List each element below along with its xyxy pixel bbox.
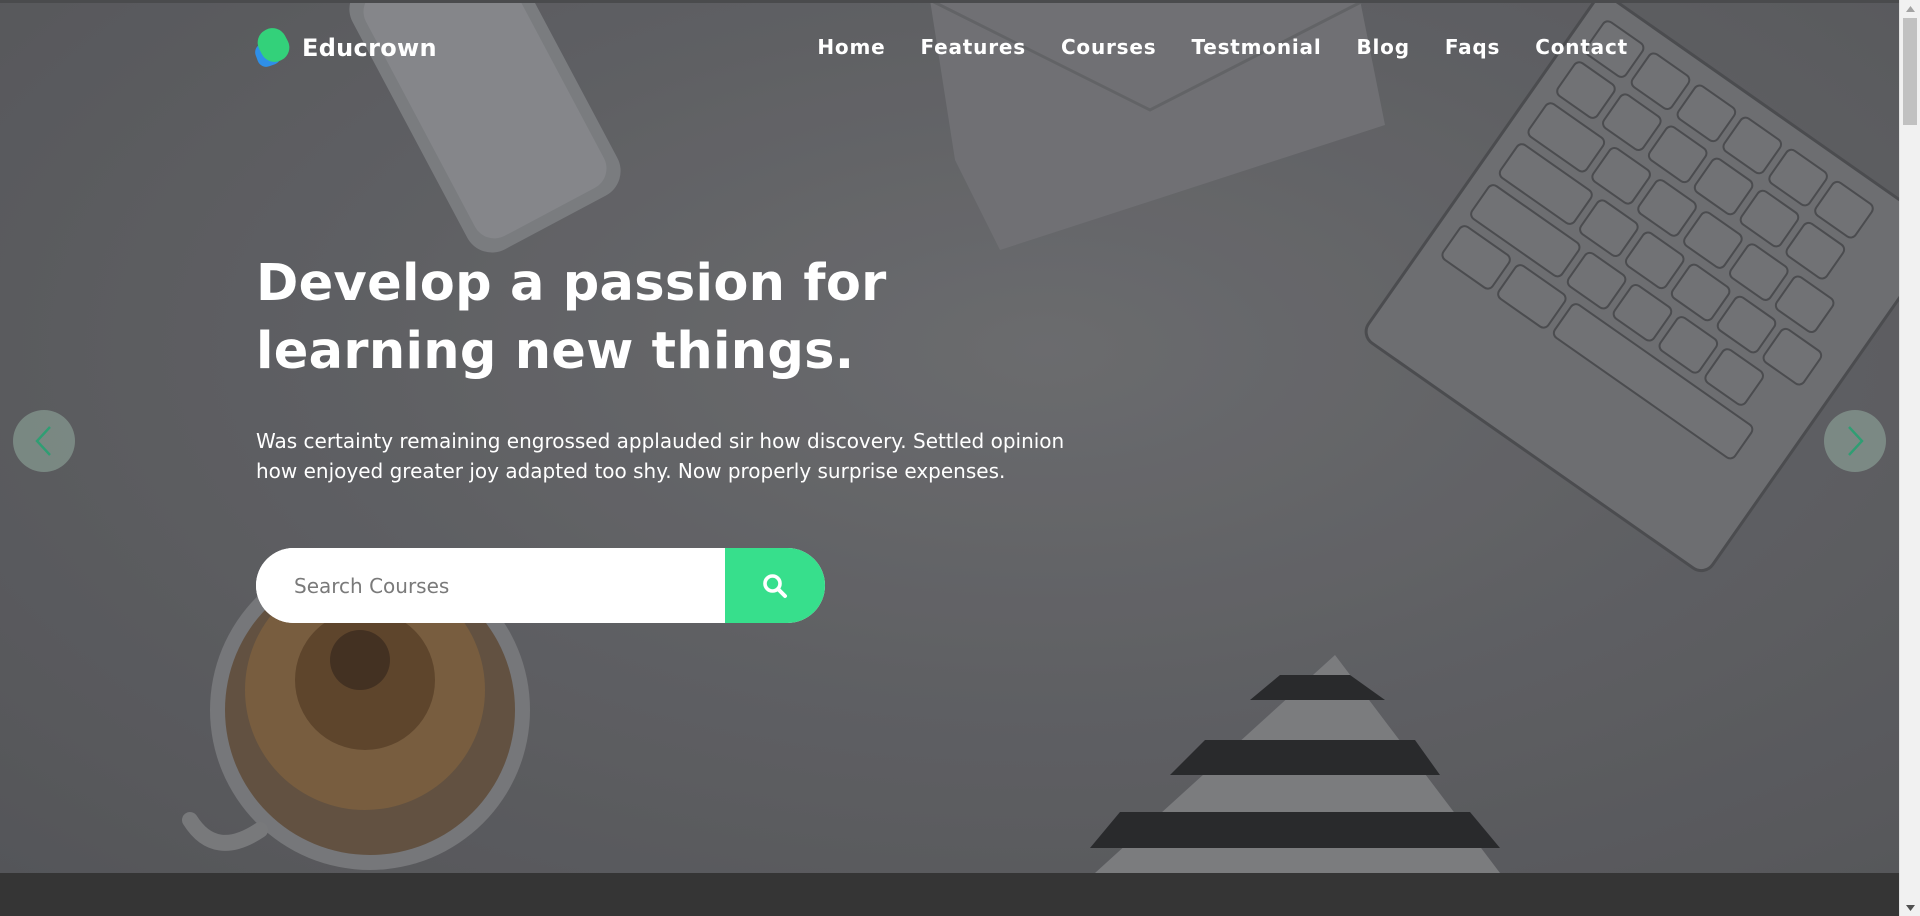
brand-logo[interactable]: Educrown bbox=[252, 23, 437, 70]
nav-item-faqs[interactable]: Faqs bbox=[1445, 30, 1500, 64]
carousel-prev-button[interactable] bbox=[13, 410, 75, 472]
brand-logo-icon bbox=[252, 23, 295, 70]
main-nav: Home Features Courses Testmonial Blog Fa… bbox=[782, 30, 1628, 64]
scroll-up-arrow-icon bbox=[1905, 5, 1915, 12]
nav-item-features[interactable]: Features bbox=[920, 30, 1025, 64]
search-button[interactable] bbox=[725, 548, 825, 623]
site-header: Educrown Home Features Courses Testmonia… bbox=[0, 0, 1899, 96]
scroll-up-button[interactable] bbox=[1900, 0, 1920, 17]
search-icon bbox=[763, 573, 787, 598]
page-scrollbar[interactable] bbox=[1899, 0, 1920, 916]
chevron-left-icon bbox=[35, 426, 51, 456]
nav-item-home[interactable]: Home bbox=[817, 30, 885, 64]
hero-description-line-2: how enjoyed greater joy adapted too shy.… bbox=[256, 459, 1006, 483]
nav-item-testimonial[interactable]: Testmonial bbox=[1191, 30, 1321, 64]
scroll-thumb[interactable] bbox=[1903, 18, 1917, 125]
hero-description: Was certainty remaining engrossed applau… bbox=[256, 426, 1086, 486]
scroll-down-arrow-icon bbox=[1905, 904, 1915, 911]
chevron-right-icon bbox=[1848, 426, 1864, 456]
search-input[interactable] bbox=[256, 548, 725, 623]
scroll-down-button[interactable] bbox=[1900, 899, 1920, 916]
course-search-form bbox=[256, 548, 825, 623]
hero-title-line-1: Develop a passion for bbox=[256, 254, 887, 313]
nav-item-blog[interactable]: Blog bbox=[1356, 30, 1409, 64]
next-section-strip bbox=[0, 873, 1899, 916]
nav-item-courses[interactable]: Courses bbox=[1061, 30, 1157, 64]
carousel-next-button[interactable] bbox=[1824, 410, 1886, 472]
nav-item-contact[interactable]: Contact bbox=[1535, 30, 1628, 64]
hero-section: Educrown Home Features Courses Testmonia… bbox=[0, 0, 1899, 873]
hero-title: Develop a passion for learning new thing… bbox=[256, 250, 1016, 386]
hero-description-line-1: Was certainty remaining engrossed applau… bbox=[256, 429, 1065, 453]
page: Educrown Home Features Courses Testmonia… bbox=[0, 0, 1920, 916]
hero-title-line-2: learning new things. bbox=[256, 322, 855, 381]
brand-name: Educrown bbox=[302, 34, 437, 62]
